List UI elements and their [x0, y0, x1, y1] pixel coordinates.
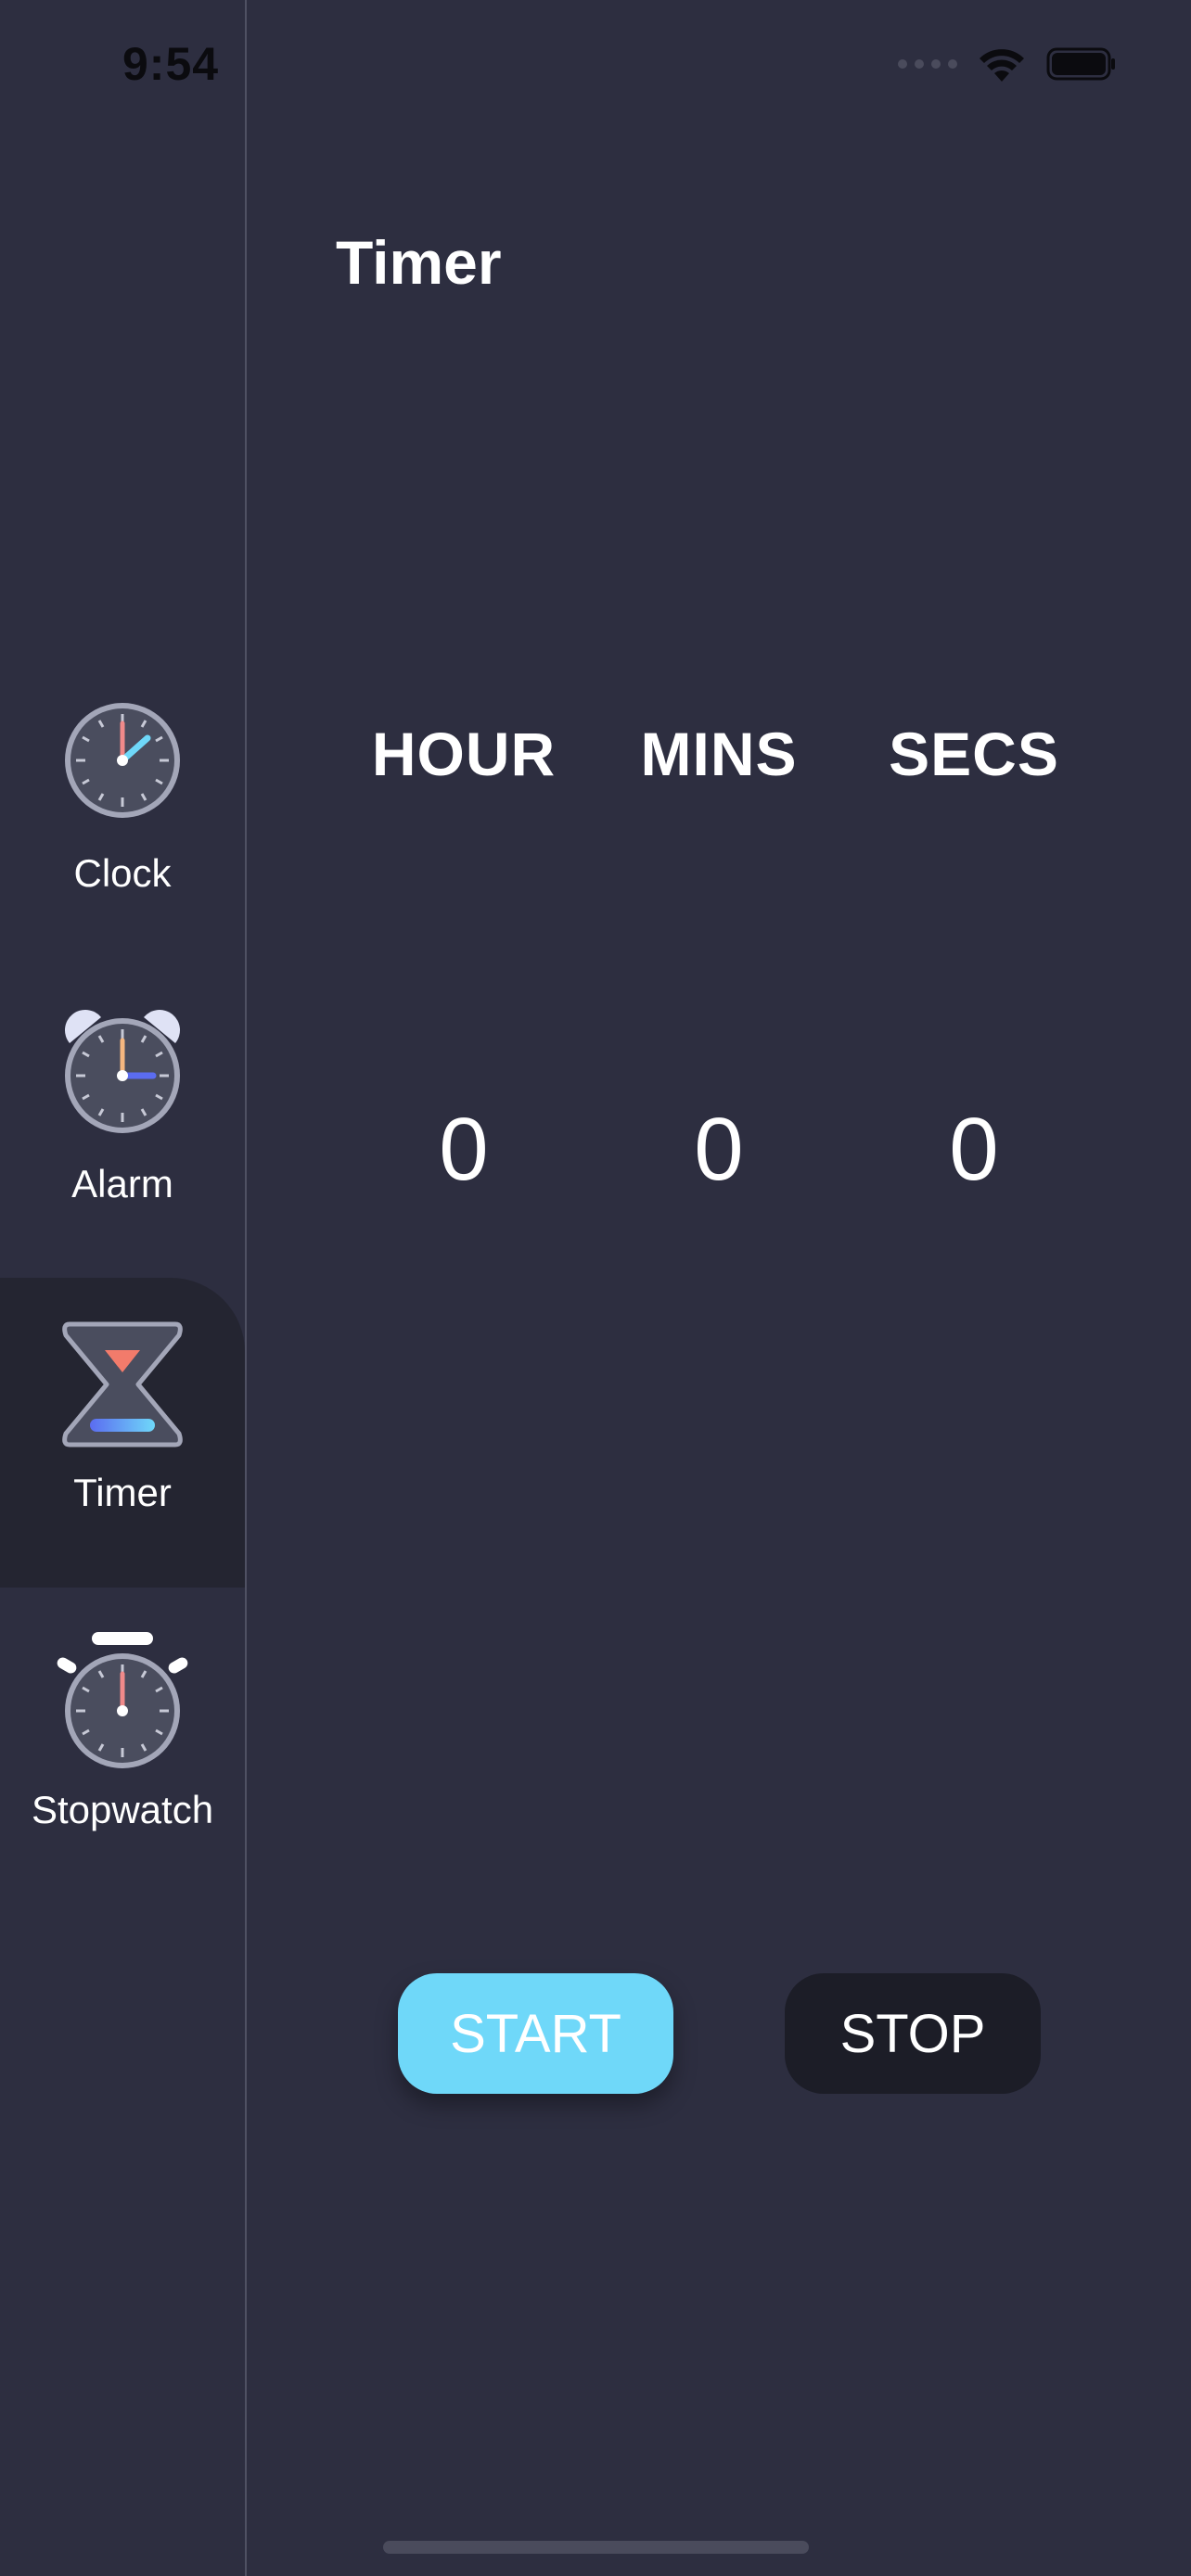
secs-picker[interactable]: 0 [872, 1099, 1076, 1201]
mins-label: MINS [640, 720, 798, 788]
wifi-icon [980, 49, 1024, 82]
sidebar-item-label: Timer [73, 1471, 172, 1514]
hour-picker[interactable]: 0 [362, 1099, 566, 1201]
stopwatch-icon [57, 1632, 188, 1768]
timer-icon [62, 1321, 183, 1447]
stop-button[interactable]: STOP [785, 1973, 1041, 2094]
hour-label: HOUR [371, 720, 557, 788]
home-indicator [383, 2541, 809, 2554]
sidebar-item-stopwatch[interactable]: Stopwatch [0, 1632, 245, 1929]
sidebar-divider [245, 0, 247, 2576]
sidebar: Clock Alarm Timer Stopwatch [0, 0, 245, 2576]
alarm-icon [64, 1009, 181, 1133]
battery-icon [1046, 47, 1115, 81]
sidebar-item-clock[interactable]: Clock [0, 695, 245, 992]
sidebar-item-label: Clock [73, 851, 172, 895]
cellular-signal-icon [898, 59, 957, 69]
status-icons [898, 45, 1117, 83]
sidebar-item-label: Alarm [71, 1162, 173, 1205]
sidebar-item-alarm[interactable]: Alarm [0, 1006, 245, 1303]
sidebar-item-timer[interactable]: Timer [0, 1278, 245, 1588]
mins-picker[interactable]: 0 [617, 1099, 821, 1201]
page-title: Timer [336, 228, 502, 297]
start-button[interactable]: START [398, 1973, 673, 2094]
clock-icon [65, 703, 180, 818]
secs-label: SECS [889, 720, 1059, 788]
sidebar-item-label: Stopwatch [31, 1788, 214, 1831]
